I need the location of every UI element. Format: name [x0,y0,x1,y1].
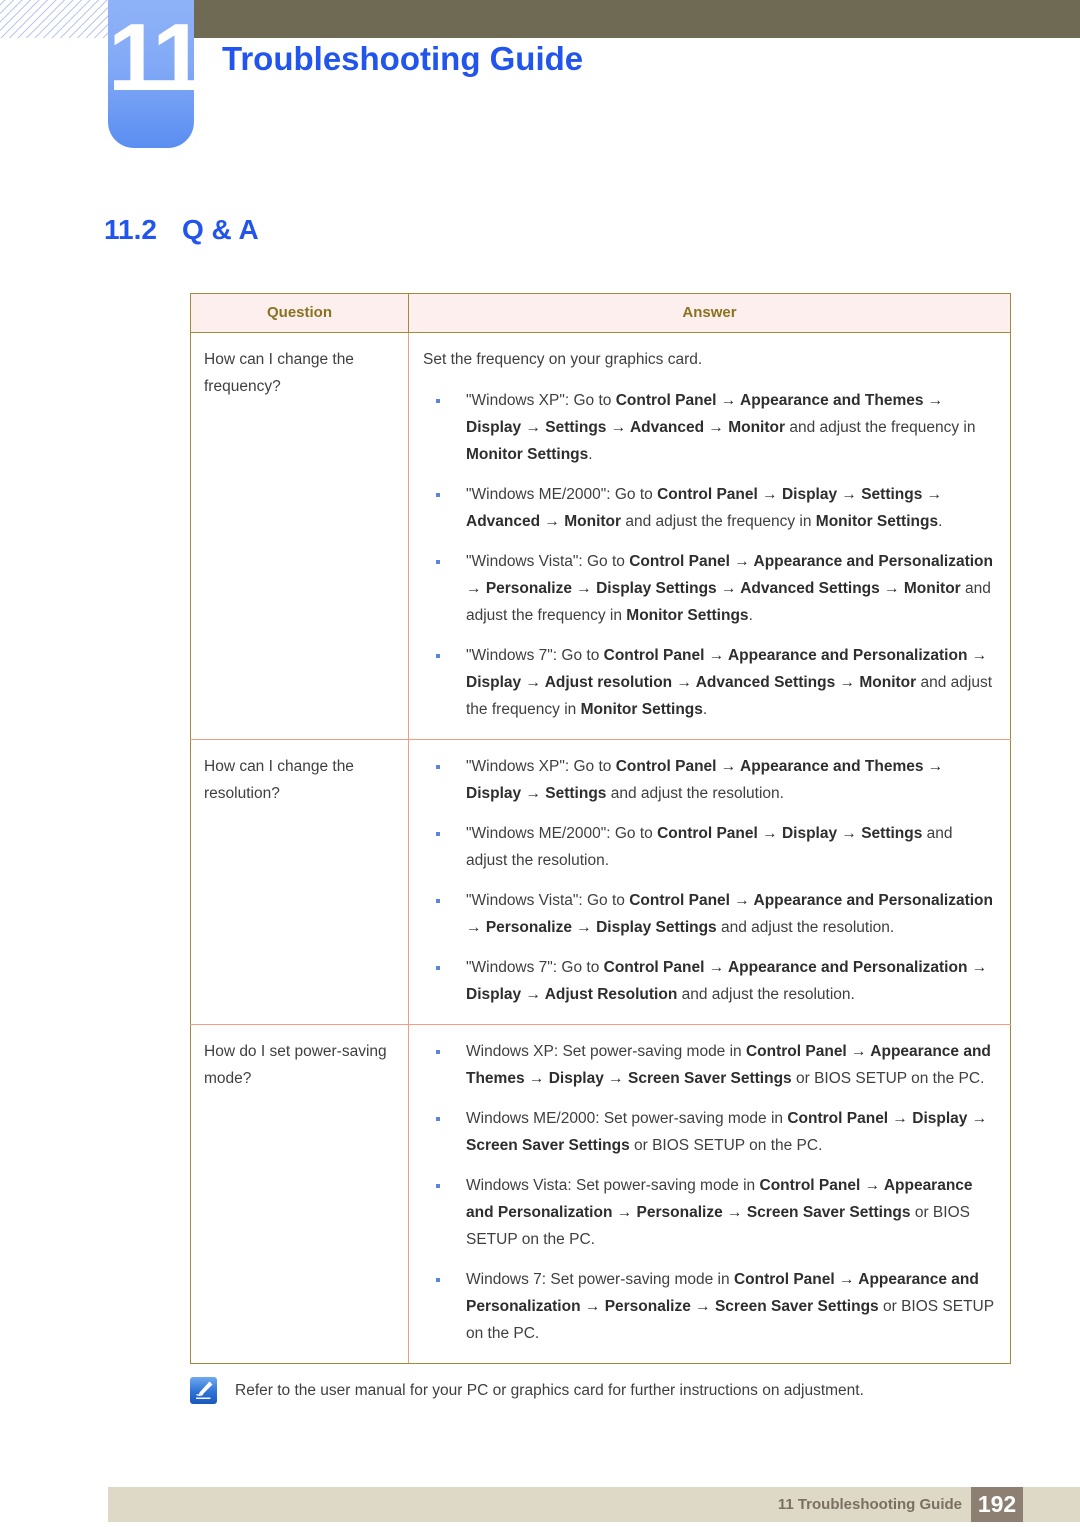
answer-bullet-item: "Windows ME/2000": Go to Control Panel →… [423,820,996,874]
section-number: 11.2 [104,214,157,245]
table-header-row: Question Answer [190,293,1011,333]
answer-bullet-item: Windows 7: Set power-saving mode in Cont… [423,1266,996,1347]
answer-bullet-list: "Windows XP": Go to Control Panel → Appe… [423,387,996,723]
footer-page-box: 192 [971,1487,1023,1522]
table-row: How do I set power-saving mode? Windows X… [190,1024,1011,1364]
footer-page-number: 192 [977,1491,1017,1517]
answer-bullet-item: Windows ME/2000: Set power-saving mode i… [423,1105,996,1159]
page-footer: 11 Troubleshooting Guide 192 [108,1487,1080,1522]
chapter-number-block: 11 [108,0,194,148]
answer-bullet-item: Windows Vista: Set power-saving mode in … [423,1172,996,1253]
answer-bullet-item: "Windows XP": Go to Control Panel → Appe… [423,387,996,468]
table-row: How can I change the frequency? Set the f… [190,332,1011,740]
answer-bullet-item: "Windows 7": Go to Control Panel → Appea… [423,642,996,723]
answer-cell: Windows XP: Set power-saving mode in Con… [408,1024,1011,1364]
page-header: 11 Troubleshooting Guide [0,0,1080,160]
chapter-number: 11 [108,4,194,111]
question-cell: How can I change the frequency? [190,332,409,740]
answer-bullet-item: "Windows Vista": Go to Control Panel → A… [423,887,996,941]
footer-chapter-label: 11 Troubleshooting Guide [777,1496,962,1513]
answer-bullet-list: Windows XP: Set power-saving mode in Con… [423,1038,996,1347]
section-heading: 11.2 Q & A [104,214,259,246]
hatch-decoration [0,0,112,38]
header-accent-bar [155,0,1080,38]
column-header-answer: Answer [408,293,1011,333]
question-cell: How do I set power-saving mode? [190,1024,409,1364]
answer-bullet-item: "Windows 7": Go to Control Panel → Appea… [423,954,996,1008]
column-header-question: Question [190,293,409,333]
question-cell: How can I change the resolution? [190,739,409,1025]
answer-bullet-item: "Windows XP": Go to Control Panel → Appe… [423,753,996,807]
answer-bullet-item: Windows XP: Set power-saving mode in Con… [423,1038,996,1092]
answer-bullet-list: "Windows XP": Go to Control Panel → Appe… [423,753,996,1008]
note-pencil-icon [190,1377,217,1404]
chapter-title: Troubleshooting Guide [222,40,584,77]
table-row: How can I change the resolution? "Windows… [190,739,1011,1025]
answer-intro: Set the frequency on your graphics card. [423,351,703,368]
answer-cell: Set the frequency on your graphics card.… [408,332,1011,740]
section-title: Q & A [182,214,259,245]
answer-cell: "Windows XP": Go to Control Panel → Appe… [408,739,1011,1025]
note-text: Refer to the user manual for your PC or … [235,1382,864,1399]
qa-table: Question Answer How can I change the fre… [190,293,1011,1364]
table-body: How can I change the frequency? Set the f… [190,332,1011,1364]
table-head: Question Answer [190,293,1011,333]
answer-bullet-item: "Windows Vista": Go to Control Panel → A… [423,548,996,629]
note-block: Refer to the user manual for your PC or … [190,1377,1010,1407]
answer-bullet-item: "Windows ME/2000": Go to Control Panel →… [423,481,996,535]
